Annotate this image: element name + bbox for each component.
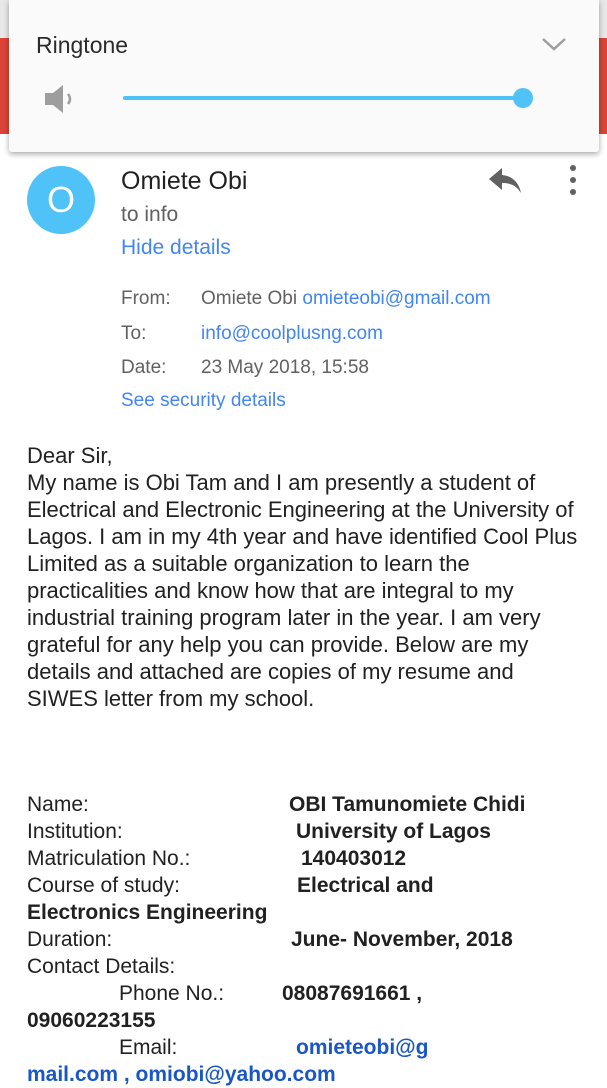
hide-details-link[interactable]: Hide details [121,236,231,260]
greeting: Dear Sir, [27,443,113,468]
to-email-link[interactable]: info@coolplusng.com [201,323,383,345]
volume-slider-thumb[interactable] [513,88,533,108]
matric-label: Matriculation No.: [27,847,191,870]
from-label: From: [121,288,171,309]
name-value: OBI Tamunomiete Chidi [289,793,526,816]
more-options-icon[interactable] [563,163,583,197]
name-label: Name: [27,793,89,816]
body-paragraph: My name is Obi Tam and I am presently a … [27,470,578,711]
email-value-line2[interactable]: mail.com , omiobi@yahoo.com [27,1061,336,1088]
avatar[interactable]: O [27,166,95,234]
matric-value: 140403012 [301,847,407,870]
volume-panel: Ringtone [9,0,599,152]
email-value-line1[interactable]: omieteobi@g [296,1034,428,1061]
from-email-link[interactable]: omieteobi@gmail.com [302,288,490,309]
duration-value: June- November, 2018 [291,928,513,951]
volume-slider-fill [123,96,523,100]
phone-value-line2[interactable]: 09060223155 [27,1007,155,1034]
from-name: Omiete Obi [201,288,298,309]
date-label: Date: [121,357,167,378]
from-value: Omiete Obi omieteobi@gmail.com [201,288,491,310]
institution-value: University of Lagos [296,820,491,843]
course-label: Course of study: [27,874,180,897]
email-label: Email: [119,1036,178,1059]
institution-label: Institution: [27,820,123,843]
date-value: 23 May 2018, 15:58 [201,357,369,378]
chevron-down-icon[interactable] [539,34,569,54]
duration-label: Duration: [27,928,113,951]
email-body: Dear Sir, My name is Obi Tam and I am pr… [27,442,587,712]
to-label: To: [121,323,147,344]
volume-stream-title: Ringtone [36,32,129,58]
recipient-summary: to info [121,203,179,226]
volume-slider[interactable] [123,88,533,108]
course-value-line1: Electrical and [297,874,434,897]
course-value-line2: Electronics Engineering [27,901,268,924]
phone-value-line1[interactable]: 08087691661 , [282,980,422,1007]
speaker-icon[interactable] [43,82,83,116]
contact-label: Contact Details: [27,955,176,978]
sender-name: Omiete Obi [121,167,248,195]
reply-icon[interactable] [486,164,524,198]
security-details-link[interactable]: See security details [121,390,286,412]
phone-label: Phone No.: [119,982,225,1005]
